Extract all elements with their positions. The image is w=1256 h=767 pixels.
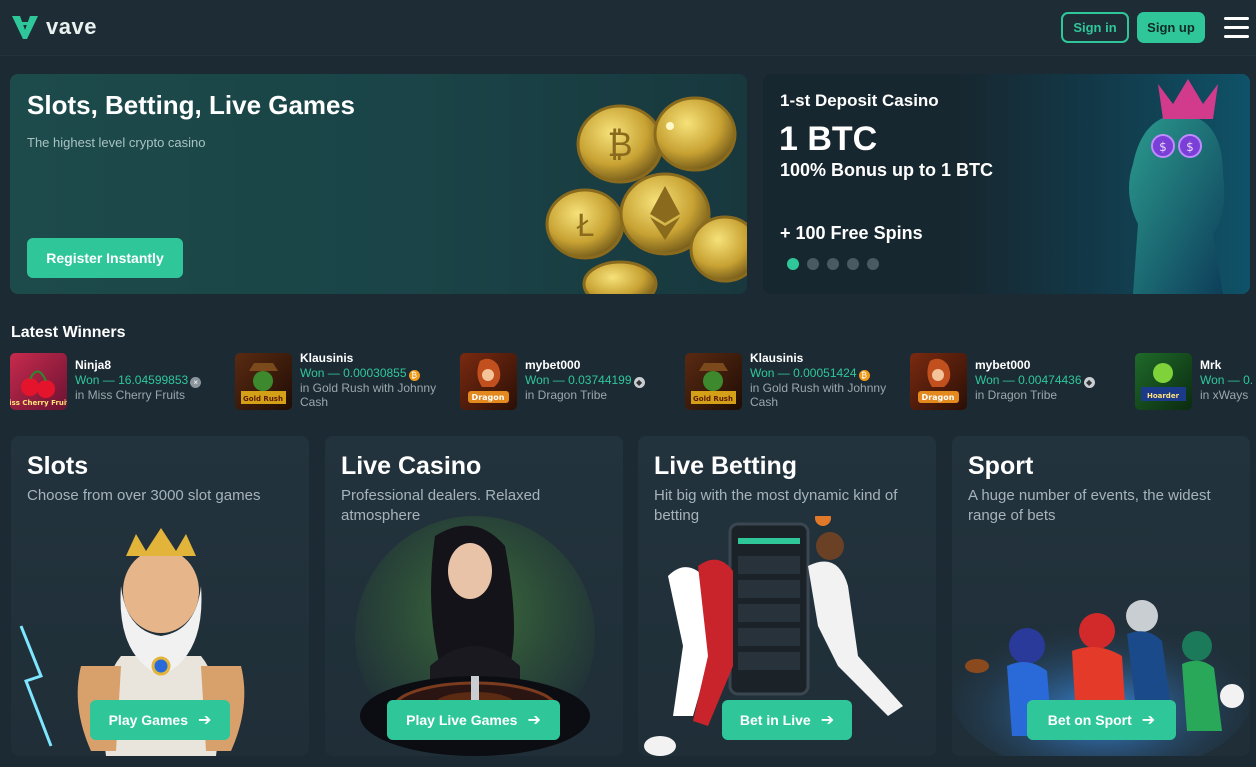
- carousel-dot[interactable]: [827, 258, 839, 270]
- svg-text:Hoarder: Hoarder: [1147, 392, 1180, 400]
- arrow-right-icon: ➔: [820, 712, 835, 729]
- crypto-coins-illustration: ₿ Ł: [545, 96, 747, 294]
- winners-ticker: Miss Cherry Fruits Ninja8 Won — 16.04599…: [10, 353, 1256, 413]
- arrow-right-icon: ➔: [527, 712, 541, 729]
- ethereum-icon: ◆: [633, 377, 645, 388]
- bet-in-live-button[interactable]: Bet in Live ➔: [722, 700, 852, 740]
- winner-amount: Won — 16.04599853 ×: [75, 373, 202, 388]
- game-thumbnail: Dragon: [460, 353, 517, 410]
- svg-text:Gold Rush: Gold Rush: [693, 395, 733, 403]
- svg-text:Dragon: Dragon: [472, 393, 505, 402]
- winner-item[interactable]: Gold Rush Klausinis Won — 0.00051424 ₿ in…: [685, 353, 905, 411]
- game-thumbnail: Gold Rush: [235, 353, 292, 410]
- hero-title: Slots, Betting, Live Games: [27, 90, 355, 120]
- winner-item[interactable]: Gold Rush Klausinis Won — 0.00030855 ₿ in…: [235, 353, 455, 411]
- carousel-dot[interactable]: [847, 258, 859, 270]
- winner-item[interactable]: Dragon mybet000 Won — 0.00474436 ◆ in Dra…: [910, 353, 1130, 411]
- arrow-right-icon: ➔: [1141, 712, 1156, 729]
- logo-text: vave: [46, 14, 97, 39]
- winner-game: in Miss Cherry Fruits: [75, 388, 186, 402]
- arrow-right-icon: ➔: [197, 712, 212, 729]
- game-thumbnail: Gold Rush: [685, 353, 742, 410]
- svg-text:Gold Rush: Gold Rush: [243, 395, 283, 403]
- play-live-games-button[interactable]: Play Live Games ➔: [387, 700, 560, 740]
- winner-name: Mrk: [1200, 358, 1222, 372]
- winner-name: Klausinis: [300, 353, 354, 365]
- sign-in-button[interactable]: Sign in: [1061, 12, 1129, 43]
- carousel-dot[interactable]: [807, 258, 819, 270]
- winner-name: Klausinis: [750, 353, 804, 365]
- card-title: Slots: [27, 452, 89, 480]
- winner-item[interactable]: Dragon mybet000 Won — 0.03744199 ◆ in Dra…: [460, 353, 680, 411]
- card-title: Sport: [968, 452, 1034, 480]
- winner-game: in Dragon Tribe: [975, 388, 1058, 402]
- promo-label: 1-st Deposit Casino: [780, 91, 939, 110]
- winner-item[interactable]: Hoarder Mrk Won — 0. in xWays: [1135, 353, 1256, 411]
- winner-game: in xWays: [1200, 388, 1249, 402]
- winner-amount: Won — 0.00051424 ₿: [750, 366, 870, 381]
- card-title: Live Betting: [654, 452, 798, 480]
- promo-amount: 1 BTC: [779, 120, 878, 158]
- winner-name: mybet000: [525, 358, 581, 372]
- bet-on-sport-button[interactable]: Bet on Sport ➔: [1027, 700, 1176, 740]
- card-sport[interactable]: Sport A huge number of events, the wides…: [952, 436, 1250, 756]
- register-button[interactable]: Register Instantly: [27, 238, 183, 278]
- winner-name: mybet000: [975, 358, 1031, 372]
- winner-item[interactable]: Miss Cherry Fruits Ninja8 Won — 16.04599…: [10, 353, 230, 411]
- svg-text:Miss Cherry Fruits: Miss Cherry Fruits: [10, 399, 67, 407]
- hamburger-menu-icon[interactable]: [1224, 17, 1249, 38]
- svg-text:$: $: [1159, 140, 1167, 154]
- carousel-dot[interactable]: [787, 258, 799, 270]
- carousel-dot[interactable]: [867, 258, 879, 270]
- winner-name: Ninja8: [75, 358, 112, 372]
- winner-game: in Dragon Tribe: [525, 388, 608, 402]
- card-title: Live Casino: [341, 452, 482, 480]
- statue-illustration: $ $: [1129, 79, 1225, 294]
- bitcoin-icon: ₿: [408, 370, 420, 381]
- svg-text:₿: ₿: [607, 125, 632, 165]
- vave-logo-icon: [12, 16, 38, 39]
- promo-spins: + 100 Free Spins: [780, 223, 923, 243]
- ethereum-icon: ◆: [1083, 377, 1095, 388]
- game-thumbnail: Hoarder: [1135, 353, 1192, 410]
- latest-winners-title: Latest Winners: [11, 324, 126, 341]
- bitcoin-icon: ₿: [858, 370, 870, 381]
- sign-up-button[interactable]: Sign up: [1137, 12, 1205, 43]
- winner-game: in Gold Rush with Johnny Cash: [300, 381, 437, 409]
- card-live-betting[interactable]: Live Betting Hit big with the most dynam…: [638, 436, 936, 756]
- winner-amount: Won — 0.00474436 ◆: [975, 373, 1095, 388]
- winner-amount: Won — 0.: [1200, 373, 1254, 387]
- game-thumbnail: Miss Cherry Fruits: [10, 353, 67, 410]
- svg-text:Ł: Ł: [576, 209, 594, 244]
- svg-text:$: $: [1186, 140, 1194, 154]
- logo[interactable]: vave: [10, 12, 97, 42]
- carousel-dots: [787, 258, 879, 270]
- promo-carousel[interactable]: 1-st Deposit Casino 1 BTC 100% Bonus up …: [763, 74, 1250, 294]
- svg-text:Dragon: Dragon: [922, 393, 955, 402]
- card-live-casino[interactable]: Live Casino Professional dealers. Relaxe…: [325, 436, 623, 756]
- x-coin-icon: ×: [190, 377, 202, 388]
- play-games-button[interactable]: Play Games ➔: [90, 700, 230, 740]
- top-header: vave Sign in Sign up: [0, 0, 1256, 56]
- winner-game: in Gold Rush with Johnny Cash: [750, 381, 887, 409]
- hero-banner: Slots, Betting, Live Games The highest l…: [10, 74, 747, 294]
- game-thumbnail: Dragon: [910, 353, 967, 410]
- card-slots[interactable]: Slots Choose from over 3000 slot games P…: [11, 436, 309, 756]
- hero-subtitle: The highest level crypto casino: [27, 135, 206, 150]
- card-description: Choose from over 3000 slot games: [27, 487, 261, 504]
- winner-amount: Won — 0.03744199 ◆: [525, 373, 645, 388]
- promo-bonus: 100% Bonus up to 1 BTC: [780, 160, 994, 180]
- winner-amount: Won — 0.00030855 ₿: [300, 366, 420, 381]
